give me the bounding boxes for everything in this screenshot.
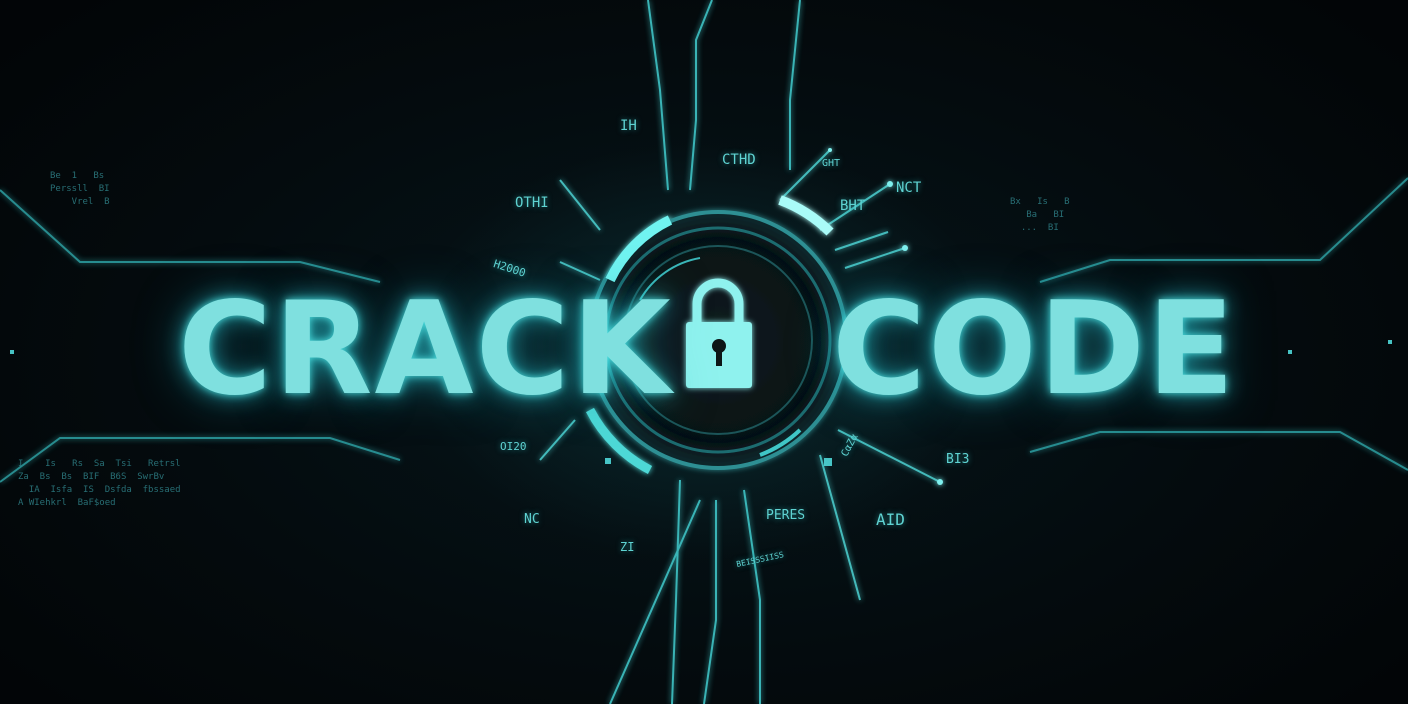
ring-label-bht: BHT: [840, 198, 866, 214]
tick-5: [819, 454, 861, 601]
ring-label-ih: IH: [620, 118, 637, 134]
tick-7: [539, 419, 576, 461]
marker-square-5: [1388, 340, 1392, 344]
title-word-code: CODE: [832, 275, 1237, 424]
ring-label-bi3: BI3: [946, 452, 970, 467]
code-block-left-bottom: I Is Rs Sa Tsi Retrsl Za Bs Bs BIF B6S S…: [18, 459, 181, 508]
marker-square-1: [824, 458, 832, 466]
tick-8: [559, 179, 601, 231]
ring-label-oi20: OI20: [500, 440, 527, 453]
ring-label-aid: AID: [876, 510, 905, 529]
tick-dot-3: [937, 479, 943, 485]
frame-line-right-top: [1039, 177, 1408, 283]
ring-label-othi: OTHI: [515, 195, 549, 211]
marker-square-4: [1288, 350, 1292, 354]
circuit-bottom-left: [671, 479, 681, 704]
circuit-bottom-far: [609, 499, 701, 704]
background-scene: CRACK CODE IH CTHD OTHI BHT NCT GHT H200…: [0, 0, 1408, 704]
circuit-bottom-mid: [703, 500, 717, 704]
circuit-bottom-right: [743, 489, 761, 704]
ring-arc-top-right: [778, 195, 834, 236]
circuit-top-right: [789, 0, 801, 170]
tick-2: [834, 231, 889, 251]
circuit-top-far: [647, 0, 669, 191]
title-word-crack: CRACK: [178, 275, 673, 424]
tick-3: [844, 247, 906, 269]
ring-label-nct: NCT: [896, 180, 922, 196]
marker-square-3: [10, 350, 14, 354]
marker-square-2: [605, 458, 611, 464]
tick-dot-2: [902, 245, 908, 251]
ring-label-zi: ZI: [620, 540, 635, 554]
tick-dot-4: [828, 148, 832, 152]
ring-label-peres: PERES: [766, 508, 806, 523]
ring-label-cthd: CTHD: [722, 152, 756, 168]
ring-label-ght: GHT: [822, 158, 841, 169]
code-block-left-top: Be 1 Bs Perssll BI Vrel B: [50, 171, 110, 207]
ring-label-nc: NC: [524, 512, 540, 527]
frame-line-right-bottom: [1029, 431, 1408, 471]
circuit-top-left: [689, 0, 713, 191]
tick-dot-1: [887, 181, 893, 187]
code-block-right-top: Bx Is B Ba BI ... BI: [1010, 197, 1070, 233]
